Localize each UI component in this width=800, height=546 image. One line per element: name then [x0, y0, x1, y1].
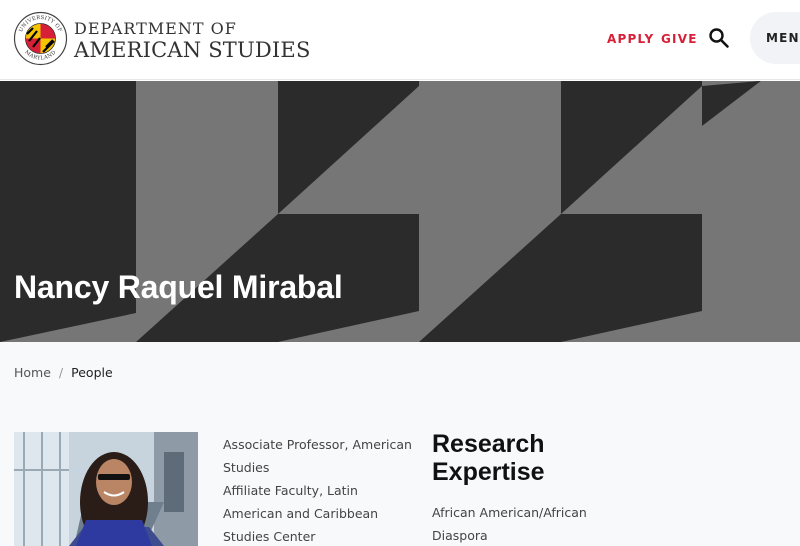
- department-line-1: DEPARTMENT OF: [74, 19, 237, 38]
- faculty-titles: Associate Professor, American Studies Af…: [223, 433, 413, 546]
- profile-photo: [14, 432, 198, 546]
- give-link[interactable]: GIVE: [661, 32, 698, 46]
- breadcrumb: Home / People: [14, 365, 113, 380]
- menu-button[interactable]: MENU: [750, 12, 800, 64]
- breadcrumb-current: People: [71, 365, 113, 380]
- research-expertise-item[interactable]: African American/African Diaspora: [432, 501, 592, 546]
- breadcrumb-separator: /: [58, 365, 64, 380]
- site-header: UNIVERSITY OF MARYLAND DEPARTMENT OF AME…: [0, 0, 800, 80]
- affiliate-title: Affiliate Faculty, Latin American and Ca…: [223, 483, 379, 544]
- search-icon[interactable]: [708, 27, 730, 49]
- research-expertise-heading: Research Expertise: [432, 430, 545, 486]
- department-line-2: AMERICAN STUDIES: [74, 38, 311, 62]
- department-wordmark[interactable]: DEPARTMENT OF AMERICAN STUDIES: [74, 21, 311, 61]
- apply-link[interactable]: APPLY: [607, 32, 654, 46]
- university-seal-logo[interactable]: UNIVERSITY OF MARYLAND: [13, 11, 68, 66]
- page-title: Nancy Raquel Mirabal: [14, 269, 343, 305]
- breadcrumb-home-link[interactable]: Home: [14, 365, 51, 380]
- primary-title: Associate Professor, American Studies: [223, 437, 412, 475]
